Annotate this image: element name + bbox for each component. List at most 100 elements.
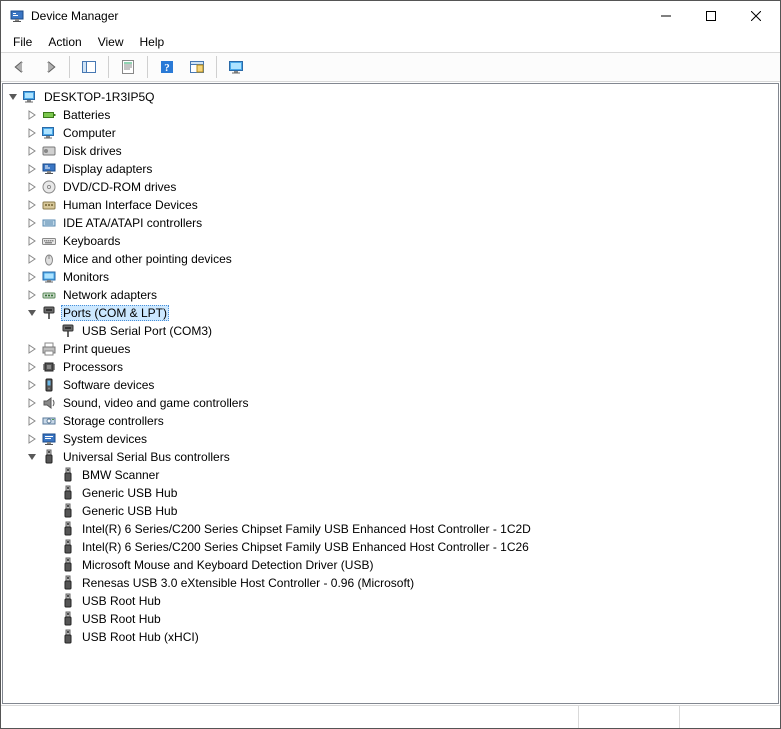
tree-node[interactable]: Print queues	[5, 340, 776, 358]
toolbar-view-button[interactable]	[223, 54, 249, 80]
monitor-icon	[228, 59, 244, 75]
tree-node-label: USB Root Hub	[80, 592, 163, 610]
tree-node[interactable]: USB Root Hub	[5, 610, 776, 628]
system-icon	[41, 431, 57, 447]
toolbar-separator	[108, 56, 109, 78]
expand-icon[interactable]	[24, 377, 40, 393]
minimize-button[interactable]	[643, 2, 688, 31]
collapse-icon[interactable]	[24, 449, 40, 465]
software-icon	[41, 377, 57, 393]
usb-icon	[60, 557, 76, 573]
display-icon	[41, 161, 57, 177]
tree-node[interactable]: System devices	[5, 430, 776, 448]
tree-node[interactable]: Monitors	[5, 268, 776, 286]
tree-node-label: Disk drives	[61, 142, 124, 160]
toolbar-show-hide-tree-button[interactable]	[76, 54, 102, 80]
tree-node-label: Print queues	[61, 340, 132, 358]
tree-node[interactable]: USB Serial Port (COM3)	[5, 322, 776, 340]
tree-node[interactable]: Keyboards	[5, 232, 776, 250]
tree-node[interactable]: IDE ATA/ATAPI controllers	[5, 214, 776, 232]
status-cell	[1, 706, 579, 728]
tree-node-label: Computer	[61, 124, 118, 142]
expand-icon[interactable]	[24, 143, 40, 159]
tree-node[interactable]: Batteries	[5, 106, 776, 124]
device-tree[interactable]: DESKTOP-1R3IP5QBatteriesComputerDisk dri…	[2, 83, 779, 704]
expand-icon[interactable]	[24, 341, 40, 357]
disk-icon	[41, 143, 57, 159]
tree-node[interactable]: Processors	[5, 358, 776, 376]
close-button[interactable]	[733, 2, 778, 31]
expand-icon[interactable]	[24, 107, 40, 123]
tree-node[interactable]: Ports (COM & LPT)	[5, 304, 776, 322]
expand-icon[interactable]	[24, 413, 40, 429]
expand-icon[interactable]	[24, 179, 40, 195]
tree-node[interactable]: Software devices	[5, 376, 776, 394]
tree-node[interactable]: Sound, video and game controllers	[5, 394, 776, 412]
expand-icon[interactable]	[24, 431, 40, 447]
collapse-icon[interactable]	[24, 305, 40, 321]
tree-node[interactable]: Generic USB Hub	[5, 484, 776, 502]
usb-icon	[60, 485, 76, 501]
tree-node-label: Generic USB Hub	[80, 484, 179, 502]
cd-icon	[41, 179, 57, 195]
expand-icon[interactable]	[24, 233, 40, 249]
toolbar-properties-button[interactable]	[115, 54, 141, 80]
tree-node[interactable]: Intel(R) 6 Series/C200 Series Chipset Fa…	[5, 520, 776, 538]
expand-icon[interactable]	[24, 125, 40, 141]
menu-action[interactable]: Action	[40, 33, 89, 51]
tree-node[interactable]: Microsoft Mouse and Keyboard Detection D…	[5, 556, 776, 574]
tree-node-label: Sound, video and game controllers	[61, 394, 250, 412]
tree-node[interactable]: Computer	[5, 124, 776, 142]
toolbar: ?	[1, 53, 780, 82]
menu-help[interactable]: Help	[132, 33, 173, 51]
tree-node[interactable]: Mice and other pointing devices	[5, 250, 776, 268]
tree-node[interactable]: Network adapters	[5, 286, 776, 304]
scan-hardware-icon	[189, 59, 205, 75]
expand-icon[interactable]	[24, 269, 40, 285]
usb-icon	[60, 629, 76, 645]
printer-icon	[41, 341, 57, 357]
tree-node[interactable]: Universal Serial Bus controllers	[5, 448, 776, 466]
expand-icon[interactable]	[24, 251, 40, 267]
collapse-icon[interactable]	[5, 89, 21, 105]
usb-icon	[60, 575, 76, 591]
expand-icon[interactable]	[24, 287, 40, 303]
device-manager-window: Device Manager File Action View Help	[0, 0, 781, 729]
tree-node[interactable]: BMW Scanner	[5, 466, 776, 484]
tree-node[interactable]: Generic USB Hub	[5, 502, 776, 520]
tree-node[interactable]: Disk drives	[5, 142, 776, 160]
expand-icon[interactable]	[24, 359, 40, 375]
tree-node[interactable]: Renesas USB 3.0 eXtensible Host Controll…	[5, 574, 776, 592]
tree-node[interactable]: Human Interface Devices	[5, 196, 776, 214]
tree-node[interactable]: USB Root Hub (xHCI)	[5, 628, 776, 646]
port-icon	[60, 323, 76, 339]
network-icon	[41, 287, 57, 303]
maximize-button[interactable]	[688, 2, 733, 31]
tree-node-label: USB Root Hub	[80, 610, 163, 628]
hid-icon	[41, 197, 57, 213]
toolbar-help-button[interactable]: ?	[154, 54, 180, 80]
tree-node[interactable]: Display adapters	[5, 160, 776, 178]
tree-node[interactable]: DVD/CD-ROM drives	[5, 178, 776, 196]
toolbar-scan-button[interactable]	[184, 54, 210, 80]
computer-icon	[41, 125, 57, 141]
ide-icon	[41, 215, 57, 231]
toolbar-back-button[interactable]	[7, 54, 33, 80]
expand-icon[interactable]	[24, 395, 40, 411]
arrow-left-icon	[12, 59, 28, 75]
tree-node[interactable]: USB Root Hub	[5, 592, 776, 610]
tree-node-label: DESKTOP-1R3IP5Q	[42, 88, 156, 106]
toolbar-forward-button[interactable]	[37, 54, 63, 80]
toolbar-separator	[69, 56, 70, 78]
menu-file[interactable]: File	[5, 33, 40, 51]
menu-view[interactable]: View	[90, 33, 132, 51]
help-icon: ?	[159, 59, 175, 75]
tree-node-label: Intel(R) 6 Series/C200 Series Chipset Fa…	[80, 538, 531, 556]
expand-icon[interactable]	[24, 161, 40, 177]
expand-icon[interactable]	[24, 215, 40, 231]
menubar: File Action View Help	[1, 31, 780, 53]
tree-node[interactable]: Storage controllers	[5, 412, 776, 430]
expand-icon[interactable]	[24, 197, 40, 213]
tree-node[interactable]: Intel(R) 6 Series/C200 Series Chipset Fa…	[5, 538, 776, 556]
tree-node[interactable]: DESKTOP-1R3IP5Q	[5, 88, 776, 106]
